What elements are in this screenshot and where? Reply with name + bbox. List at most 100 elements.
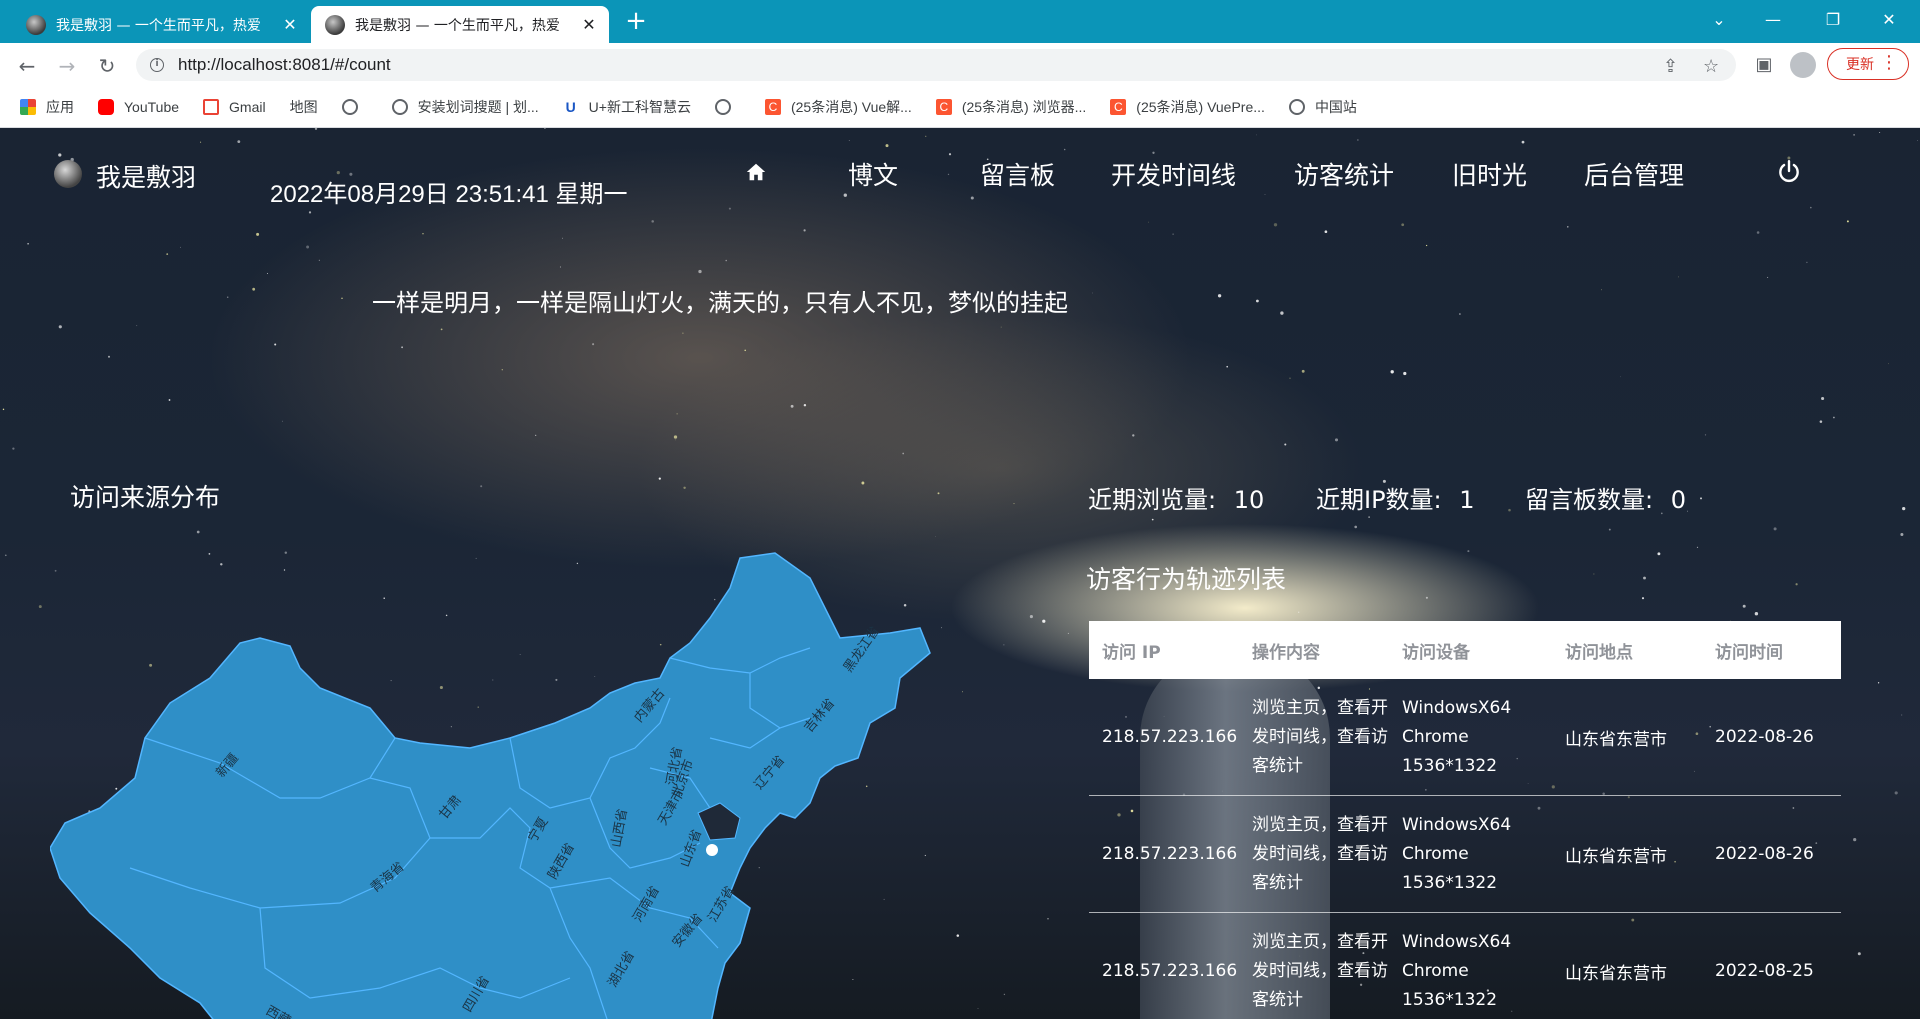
forward-arrow-icon[interactable]: → bbox=[52, 51, 82, 81]
browser-tab-bar: 我是敷羽 — 一个生而平凡，热爱 ✕ 我是敷羽 — 一个生而平凡，热爱 ✕ + … bbox=[0, 0, 1920, 43]
browser-tab-active[interactable]: 我是敷羽 — 一个生而平凡，热爱 ✕ bbox=[311, 6, 609, 43]
star-dot bbox=[1132, 434, 1135, 437]
table-row[interactable]: 218.57.223.166 浏览主页，查看开发时间线，查看访客统计 Windo… bbox=[1089, 913, 1841, 1019]
bookmark-csdn-vue[interactable]: C (25条消息) Vue解... bbox=[764, 97, 912, 117]
minimize-icon[interactable]: — bbox=[1750, 0, 1796, 38]
cell-ip: 218.57.223.166 bbox=[1102, 844, 1238, 864]
window-close-icon[interactable]: ✕ bbox=[1866, 0, 1912, 38]
star-dot bbox=[1832, 416, 1835, 419]
star-dot bbox=[1567, 226, 1569, 228]
close-tab-icon[interactable]: ✕ bbox=[579, 15, 599, 34]
star-dot bbox=[1354, 525, 1358, 529]
bookmark-huaci[interactable]: 安装划词搜题 | 划... bbox=[391, 97, 539, 117]
star-dot bbox=[1902, 506, 1906, 511]
china-visitor-map[interactable]: 新疆西藏青海省甘肃内蒙古黑龙江省吉林省辽宁省北京市天津市河北省山西省宁夏陕西省山… bbox=[50, 548, 970, 1019]
header-time[interactable]: 访问时间 bbox=[1702, 638, 1841, 663]
profile-avatar-icon[interactable] bbox=[1790, 52, 1816, 78]
star-dot bbox=[1643, 576, 1646, 580]
home-icon[interactable] bbox=[745, 161, 767, 183]
recent-views-stat: 近期浏览量: 10 bbox=[1088, 480, 1264, 515]
bookmark-youtube[interactable]: YouTube bbox=[98, 99, 179, 115]
tab-title: 我是敷羽 — 一个生而平凡，热爱 bbox=[56, 17, 261, 34]
star-dot bbox=[1678, 276, 1679, 278]
star-dot bbox=[1754, 612, 1759, 616]
site-info-icon[interactable]: i bbox=[150, 58, 164, 72]
header-location[interactable]: 访问地点 bbox=[1552, 638, 1702, 663]
side-panel-icon[interactable]: ▣ bbox=[1750, 51, 1778, 79]
table-row[interactable]: 218.57.223.166 浏览主页，查看开发时间线，查看访客统计 Windo… bbox=[1089, 679, 1841, 796]
star-dot bbox=[1821, 396, 1825, 401]
table-row[interactable]: 218.57.223.166 浏览主页，查看开发时间线，查看访客统计 Windo… bbox=[1089, 796, 1841, 913]
star-dot bbox=[1298, 611, 1300, 613]
power-icon[interactable] bbox=[1776, 158, 1802, 184]
site-logo-text[interactable]: 我是敷羽 bbox=[96, 158, 196, 194]
star-dot bbox=[977, 1007, 979, 1009]
star-dot bbox=[725, 259, 727, 262]
bookmark-uplus[interactable]: U U+新工科智慧云 bbox=[563, 97, 691, 117]
bookmark-china-site[interactable]: 中国站 bbox=[1288, 97, 1357, 117]
star-dot bbox=[937, 492, 940, 495]
cell-action: 浏览主页，查看开发时间线，查看访客统计 bbox=[1252, 814, 1388, 893]
star-dot bbox=[168, 399, 171, 401]
new-tab-plus-icon[interactable]: + bbox=[622, 8, 650, 36]
address-bar[interactable]: i http://localhost:8081/#/count bbox=[136, 49, 1736, 81]
reload-icon[interactable]: ↻ bbox=[92, 51, 122, 81]
visitor-track-title: 访客行为轨迹列表 bbox=[1086, 565, 1287, 594]
star-dot bbox=[559, 266, 561, 268]
cell-ip: 218.57.223.166 bbox=[1102, 961, 1238, 981]
gmail-icon bbox=[203, 99, 220, 115]
logo-avatar[interactable] bbox=[54, 160, 82, 188]
star-dot bbox=[196, 530, 200, 534]
update-button[interactable]: 更新 ⋮ bbox=[1827, 48, 1909, 80]
csdn-icon: C bbox=[764, 99, 781, 115]
nav-dev-timeline[interactable]: 开发时间线 bbox=[1111, 156, 1236, 192]
tab-title: 我是敷羽 — 一个生而平凡，热爱 bbox=[355, 17, 560, 34]
map-section-title: 访问来源分布 bbox=[70, 483, 221, 512]
bookmark-globe-2[interactable] bbox=[714, 99, 741, 115]
bookmark-maps[interactable]: 地图 bbox=[50, 97, 318, 523]
u-plus-icon: U bbox=[565, 99, 576, 115]
tab-search-chevron-icon[interactable]: ⌄ bbox=[1696, 0, 1742, 38]
cell-device: WindowsX64 Chrome 1536*1322 bbox=[1402, 931, 1512, 1010]
star-dot bbox=[744, 349, 746, 352]
star-dot bbox=[401, 346, 403, 349]
star-dot bbox=[535, 434, 537, 437]
more-menu-icon: ⋮ bbox=[1880, 52, 1898, 73]
share-icon[interactable]: ⇪ bbox=[1663, 56, 1678, 77]
nav-message-board[interactable]: 留言板 bbox=[980, 156, 1055, 192]
recent-ip-stat: 近期IP数量: 1 bbox=[1316, 480, 1475, 515]
cell-ip: 218.57.223.166 bbox=[1102, 727, 1238, 747]
star-dot bbox=[658, 477, 661, 480]
nav-admin[interactable]: 后台管理 bbox=[1584, 156, 1684, 192]
star-dot bbox=[803, 229, 806, 232]
browser-tab[interactable]: 我是敷羽 — 一个生而平凡，热爱 ✕ bbox=[12, 6, 310, 43]
bookmark-gmail[interactable]: Gmail bbox=[203, 99, 266, 115]
bookmark-csdn-browser[interactable]: C (25条消息) 浏览器... bbox=[935, 97, 1086, 117]
back-arrow-icon[interactable]: ← bbox=[12, 51, 42, 81]
recent-ip-label: 近期IP数量: bbox=[1316, 486, 1442, 514]
star-dot bbox=[1795, 583, 1798, 586]
nav-blog[interactable]: 博文 bbox=[848, 156, 898, 192]
bookmark-globe[interactable] bbox=[341, 99, 368, 115]
nav-visitor-stats[interactable]: 访客统计 bbox=[1294, 156, 1394, 192]
star-dot bbox=[1000, 326, 1002, 328]
bookmark-star-icon[interactable]: ☆ bbox=[1703, 56, 1719, 77]
bookmark-apps[interactable]: 应用 bbox=[20, 97, 74, 117]
message-board-stat: 留言板数量: 0 bbox=[1525, 480, 1686, 515]
star-dot bbox=[12, 447, 15, 450]
address-url[interactable]: http://localhost:8081/#/count bbox=[178, 55, 391, 75]
header-ip[interactable]: 访问 IP bbox=[1089, 638, 1239, 663]
star-dot bbox=[1900, 532, 1904, 537]
restore-icon[interactable]: ❐ bbox=[1810, 0, 1856, 38]
header-action[interactable]: 操作内容 bbox=[1239, 638, 1389, 663]
nav-old-times[interactable]: 旧时光 bbox=[1452, 156, 1527, 192]
cell-time: 2022-08-26 bbox=[1715, 727, 1814, 747]
header-device[interactable]: 访问设备 bbox=[1389, 638, 1552, 663]
star-dot bbox=[698, 269, 702, 274]
recent-views-value: 10 bbox=[1233, 486, 1265, 514]
close-tab-icon[interactable]: ✕ bbox=[280, 15, 300, 34]
globe-icon bbox=[341, 99, 358, 115]
star-dot bbox=[1289, 377, 1291, 379]
star-dot bbox=[790, 404, 794, 408]
bookmark-csdn-vuepre[interactable]: C (25条消息) VuePre... bbox=[1110, 97, 1265, 117]
